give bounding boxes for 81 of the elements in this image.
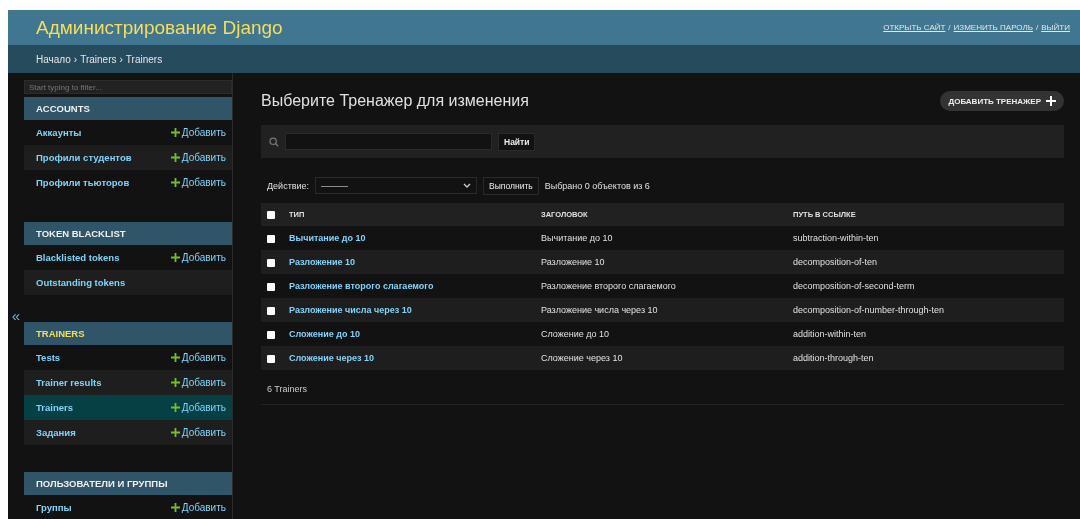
action-select[interactable]: ———	[315, 177, 478, 194]
table-cell: Разложение числа через 10	[535, 298, 787, 322]
row-link[interactable]: Разложение второго слагаемого	[289, 281, 434, 291]
table-cell: Вычитание до 10	[535, 226, 787, 250]
plus-icon	[170, 503, 180, 512]
select-all-checkbox[interactable]	[267, 211, 275, 219]
plus-icon	[170, 178, 180, 187]
plus-icon	[170, 128, 180, 137]
row-checkbox[interactable]	[267, 330, 275, 339]
app-caption[interactable]: ПОЛЬЗОВАТЕЛИ И ГРУППЫ	[24, 472, 232, 495]
table-cell: Сложение через 10	[535, 346, 787, 370]
user-tool-link[interactable]: ИЗМЕНИТЬ ПАРОЛЬ	[953, 23, 1033, 32]
row-checkbox[interactable]	[267, 306, 275, 315]
separator: /	[1035, 23, 1039, 32]
model-link[interactable]: Задания	[36, 427, 76, 438]
user-tool-link[interactable]: ОТКРЫТЬ САЙТ	[883, 23, 946, 32]
search-field[interactable]	[285, 133, 492, 150]
model-link[interactable]: Trainers	[36, 402, 73, 413]
row-checkbox[interactable]	[267, 234, 275, 243]
add-link[interactable]: Добавить	[170, 177, 226, 188]
site-title: Администрирование Django	[36, 16, 283, 39]
search-button[interactable]: Найти	[498, 132, 536, 151]
add-link[interactable]: Добавить	[170, 377, 226, 388]
table-cell: decomposition-of-ten	[787, 250, 1064, 274]
breadcrumb-link[interactable]: Trainers	[80, 53, 117, 65]
add-link[interactable]: Добавить	[170, 502, 226, 513]
row-link[interactable]: Сложение до 10	[289, 329, 360, 339]
row-checkbox[interactable]	[267, 354, 275, 363]
table-cell: addition-through-ten	[787, 346, 1064, 370]
add-link[interactable]: Добавить	[170, 252, 226, 263]
chevron-icon	[463, 182, 472, 189]
breadcrumb-separator: ›	[73, 53, 78, 65]
row-link[interactable]: Разложение 10	[289, 257, 356, 267]
table-cell: Разложение 10	[535, 250, 787, 274]
page-title: Выберите Тренажер для изменения	[261, 92, 529, 110]
app-caption[interactable]: TOKEN BLACKLIST	[24, 222, 232, 245]
app-caption[interactable]: ACCOUNTS	[24, 97, 232, 120]
row-link[interactable]: Сложение через 10	[289, 353, 374, 363]
user-tool-link[interactable]: ВЫЙТИ	[1041, 23, 1070, 32]
search-icon	[269, 136, 279, 147]
breadcrumb-current: Trainers	[125, 53, 163, 65]
plus-icon	[170, 378, 180, 387]
row-checkbox[interactable]	[267, 258, 275, 267]
model-link[interactable]: Outstanding tokens	[36, 277, 126, 288]
table-cell: decomposition-of-second-term	[787, 274, 1064, 298]
add-link[interactable]: Добавить	[170, 127, 226, 138]
app-caption[interactable]: TRAINERS	[24, 322, 232, 345]
table-cell: Разложение второго слагаемого	[535, 274, 787, 298]
row-checkbox[interactable]	[267, 282, 275, 291]
filter-field[interactable]: Start typing to filter...	[24, 80, 232, 94]
add-link[interactable]: Добавить	[170, 402, 226, 413]
table-cell: addition-within-ten	[787, 322, 1064, 346]
model-link[interactable]: Профили тьюторов	[36, 177, 130, 188]
action-label: Действие:	[267, 180, 310, 191]
table-cell: Сложение до 10	[535, 322, 787, 346]
plus-icon	[170, 153, 180, 162]
table-cell: subtraction-within-ten	[787, 226, 1064, 250]
breadcrumb-separator: ›	[119, 53, 123, 65]
model-link[interactable]: Tests	[36, 352, 61, 363]
add-trainer-button[interactable]: ДОБАВИТЬ ТРЕНАЖЕР	[940, 91, 1064, 111]
model-link[interactable]: Blacklisted tokens	[36, 252, 120, 263]
selection-counter: Выбрано 0 объектов из 6	[544, 180, 650, 191]
add-link[interactable]: Добавить	[170, 427, 226, 438]
add-link[interactable]: Добавить	[170, 352, 226, 363]
add-link[interactable]: Добавить	[170, 152, 226, 163]
separator: /	[948, 23, 951, 32]
plus-icon	[170, 353, 180, 362]
model-link[interactable]: Группы	[36, 502, 72, 513]
breadcrumb-link[interactable]: Начало	[36, 53, 71, 65]
model-link[interactable]: Аккаунты	[36, 127, 82, 138]
model-link[interactable]: Trainer results	[36, 377, 102, 388]
model-link[interactable]: Профили студентов	[36, 152, 132, 163]
plus-icon	[170, 403, 180, 412]
sidebar-collapse-button[interactable]: «	[11, 307, 21, 323]
row-link[interactable]: Вычитание до 10	[289, 233, 366, 243]
plus-icon	[170, 428, 180, 437]
result-count: 6 Trainers	[267, 384, 308, 394]
table-cell: decomposition-of-number-through-ten	[787, 298, 1064, 322]
plus-icon	[170, 253, 180, 262]
run-action-button[interactable]: Выполнить	[483, 176, 539, 195]
plus-icon	[1046, 96, 1056, 106]
